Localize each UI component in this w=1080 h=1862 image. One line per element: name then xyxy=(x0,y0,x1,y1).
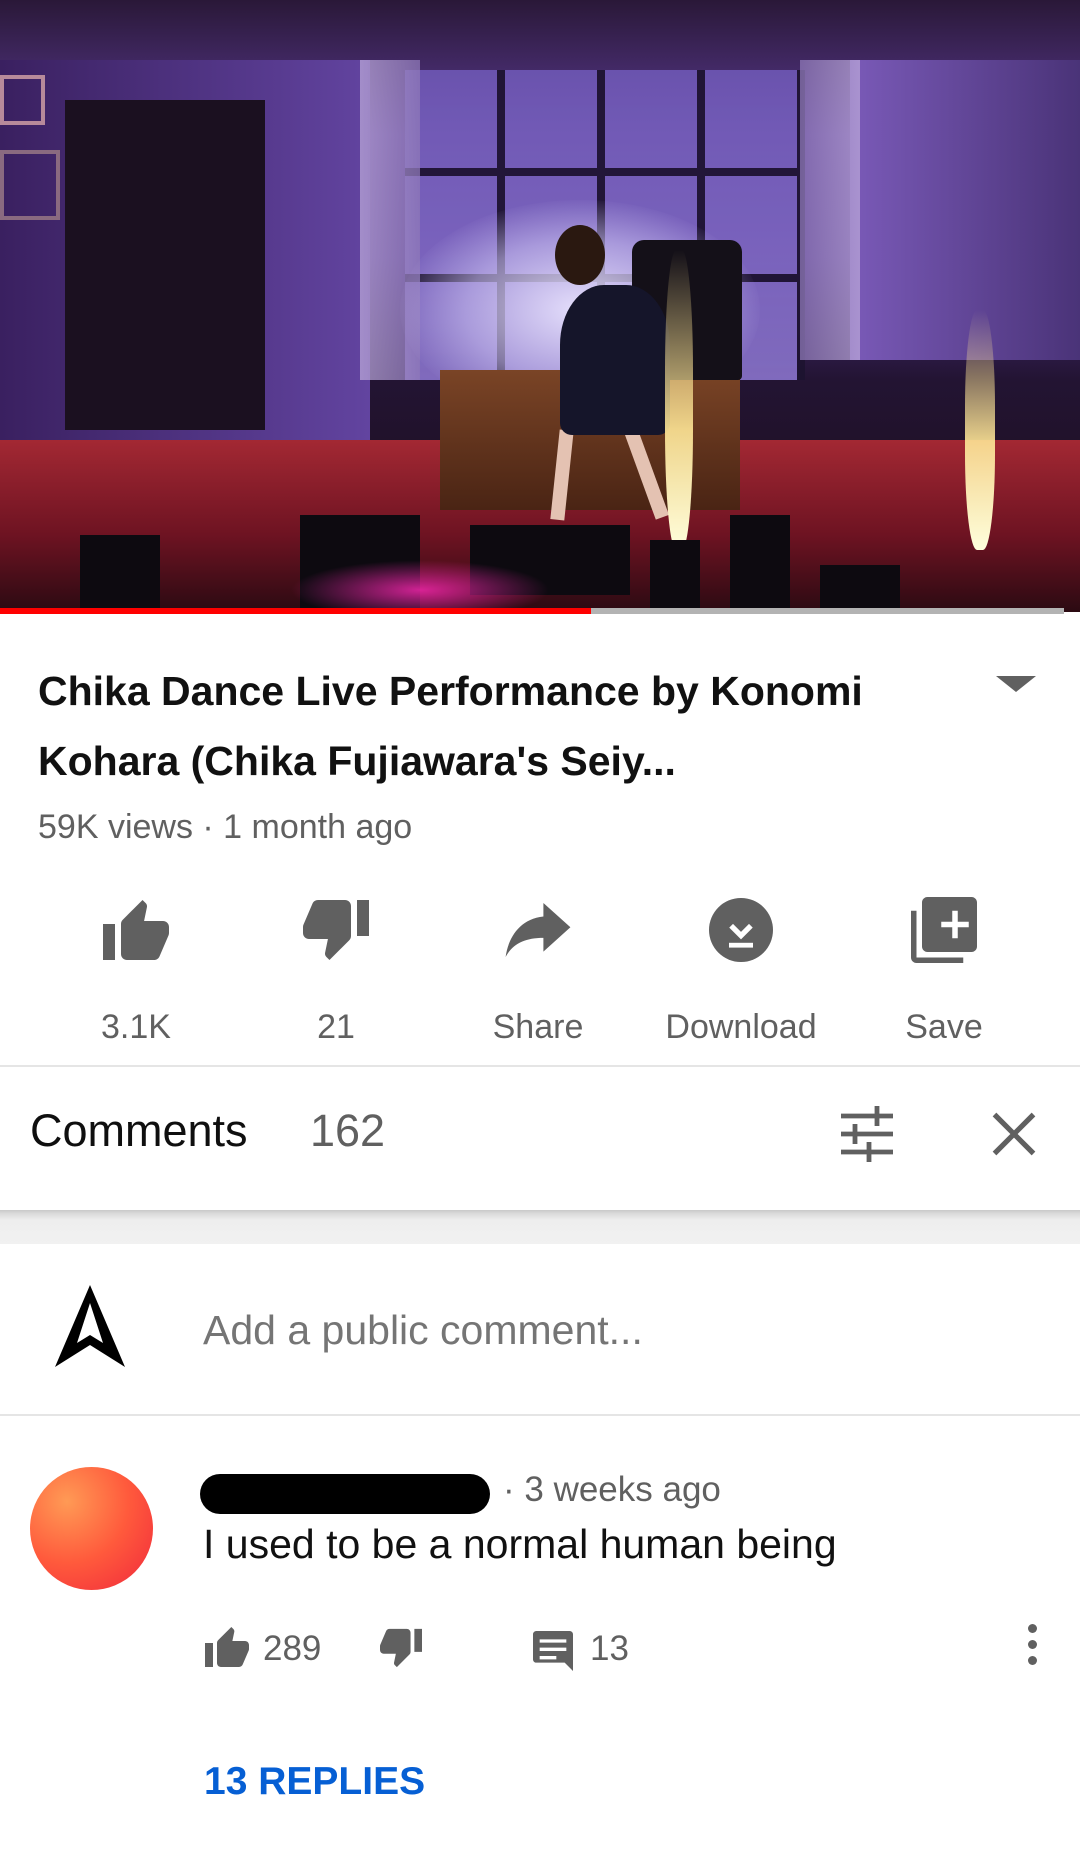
share-icon xyxy=(438,890,638,970)
comments-heading: Comments xyxy=(30,1105,248,1156)
comments-count: 162 xyxy=(310,1105,386,1156)
performer-head xyxy=(555,225,605,285)
thumb-down-icon[interactable] xyxy=(378,1627,424,1674)
stage-speaker xyxy=(730,515,790,610)
stage-speaker xyxy=(80,535,160,612)
stage-speaker xyxy=(650,540,700,610)
dislike-button[interactable]: 21 xyxy=(236,890,436,1047)
progress-bar-fill xyxy=(0,608,591,614)
dislike-count: 21 xyxy=(317,1008,355,1046)
like-button[interactable]: 3.1K xyxy=(36,890,236,1047)
reply-icon[interactable] xyxy=(532,1631,574,1676)
save-button[interactable]: Save xyxy=(844,890,1044,1047)
share-button[interactable]: Share xyxy=(438,890,638,1047)
divider xyxy=(0,1414,1080,1416)
commenter-avatar[interactable] xyxy=(30,1467,153,1590)
video-meta: 59K views · 1 month ago xyxy=(38,808,413,846)
download-icon xyxy=(641,890,841,970)
comment-timestamp: · 3 weeks ago xyxy=(503,1470,721,1509)
user-avatar xyxy=(55,1285,125,1372)
sparkler-fountain xyxy=(665,250,693,550)
more-vert-icon[interactable] xyxy=(1028,1624,1038,1672)
sparkler-fountain xyxy=(965,310,995,550)
thumb-down-icon xyxy=(236,890,436,970)
stage-wall-right xyxy=(850,60,1080,360)
wall-frame xyxy=(0,75,45,125)
thumb-up-icon xyxy=(36,890,236,970)
stage-cabinet xyxy=(65,100,265,430)
video-title[interactable]: Chika Dance Live Performance by Konomi K… xyxy=(38,656,938,796)
thumb-up-icon[interactable] xyxy=(203,1625,251,1674)
close-icon[interactable] xyxy=(988,1108,1040,1165)
download-label: Download xyxy=(665,1008,817,1046)
stage-speaker xyxy=(820,565,900,612)
video-player[interactable] xyxy=(0,0,1080,612)
header-shadow xyxy=(0,1210,1080,1244)
add-to-playlist-icon xyxy=(844,890,1044,970)
view-replies-link[interactable]: 13 REPLIES xyxy=(204,1760,425,1804)
add-comment-input[interactable] xyxy=(203,1307,1003,1354)
commenter-name-redacted xyxy=(200,1474,490,1514)
share-label: Share xyxy=(492,1008,584,1046)
performer-body xyxy=(560,285,670,435)
comment-like-count: 289 xyxy=(263,1629,322,1668)
stage-light-glow xyxy=(290,560,550,612)
wall-frame xyxy=(0,150,60,220)
comment-reply-count: 13 xyxy=(590,1629,629,1668)
comment-text: I used to be a normal human being xyxy=(203,1521,837,1567)
stage-curtain-right xyxy=(800,60,860,360)
download-button[interactable]: Download xyxy=(641,890,841,1047)
save-label: Save xyxy=(905,1008,983,1046)
sort-comments-icon[interactable] xyxy=(837,1104,897,1169)
like-count: 3.1K xyxy=(101,1008,171,1046)
divider xyxy=(0,1065,1080,1067)
chevron-down-icon[interactable] xyxy=(996,676,1036,692)
